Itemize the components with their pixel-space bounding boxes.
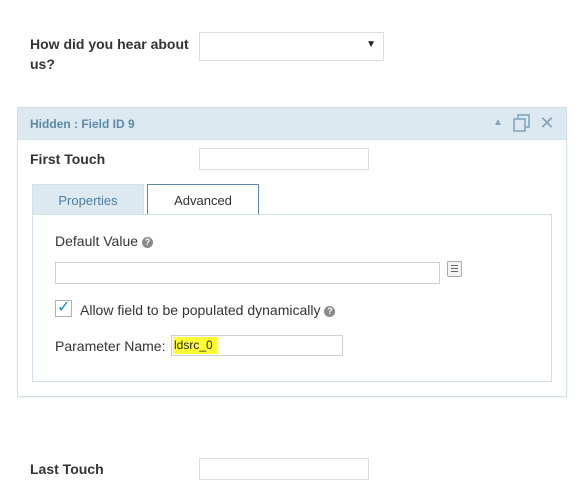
panel-header: Hidden : Field ID 9 ▲ ✕ bbox=[18, 108, 566, 140]
parameter-name-label: Parameter Name: bbox=[55, 338, 166, 354]
duplicate-icon[interactable] bbox=[513, 114, 531, 132]
help-icon[interactable]: ? bbox=[142, 237, 154, 248]
tab-properties[interactable]: Properties bbox=[32, 184, 144, 215]
referral-select[interactable]: ▼ bbox=[199, 32, 384, 61]
first-touch-input[interactable] bbox=[199, 148, 369, 170]
checkmark-icon: ✓ bbox=[57, 299, 71, 316]
collapse-icon[interactable]: ▲ bbox=[489, 114, 507, 132]
help-icon[interactable]: ? bbox=[324, 306, 336, 317]
last-touch-input[interactable] bbox=[199, 458, 369, 480]
referral-label: How did you hear about us? bbox=[30, 36, 189, 72]
default-value-input[interactable] bbox=[55, 262, 440, 284]
allow-dynamic-checkbox[interactable]: ✓ bbox=[55, 299, 72, 317]
default-value-row: Default Value? bbox=[55, 233, 154, 249]
dropdown-arrow-icon: ▼ bbox=[366, 39, 376, 50]
tab-advanced[interactable]: Advanced bbox=[147, 184, 259, 215]
parameter-name-value: ldsrc_0 bbox=[173, 337, 218, 354]
panel-title: Hidden : Field ID 9 bbox=[30, 117, 135, 131]
delete-icon[interactable]: ✕ bbox=[538, 114, 556, 132]
allow-dynamic-row: Allow field to be populated dynamically? bbox=[80, 302, 336, 318]
default-value-label: Default Value bbox=[55, 233, 139, 249]
last-touch-label: Last Touch bbox=[30, 461, 104, 477]
parameter-name-input[interactable]: ldsrc_0 bbox=[171, 335, 343, 356]
merge-tag-icon[interactable] bbox=[447, 261, 462, 277]
first-touch-label: First Touch bbox=[30, 151, 106, 167]
allow-dynamic-label: Allow field to be populated dynamically bbox=[80, 302, 321, 318]
